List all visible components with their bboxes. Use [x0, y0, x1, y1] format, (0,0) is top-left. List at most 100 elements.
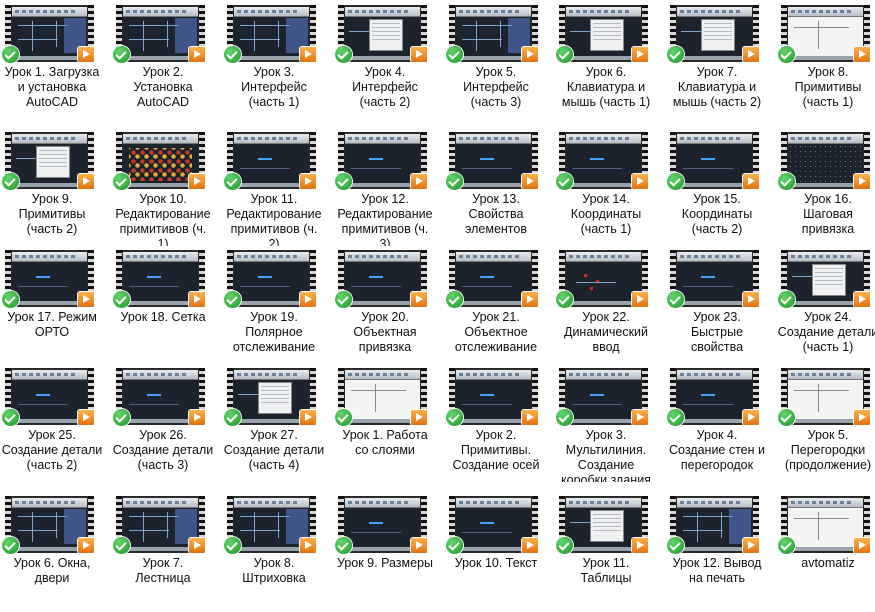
- sync-check-icon: [556, 537, 573, 554]
- video-file-item[interactable]: Урок 11. Таблицы: [556, 494, 666, 612]
- screen-preview: [12, 370, 87, 423]
- video-file-item[interactable]: Урок 4. Создание стен и перегородок: [667, 366, 777, 484]
- play-icon: [411, 538, 427, 553]
- sync-check-icon: [778, 46, 795, 63]
- video-file-item[interactable]: Урок 9. Размеры: [335, 494, 445, 612]
- ribbon-graphic: [234, 134, 309, 144]
- video-file-item[interactable]: Урок 10. Редактирование примитивов (ч. 1…: [113, 130, 223, 248]
- screen-preview: [677, 7, 752, 60]
- ribbon-graphic: [12, 370, 87, 380]
- video-file-item[interactable]: Урок 26. Создание детали (часть 3): [113, 366, 223, 484]
- video-file-item[interactable]: Урок 10. Текст: [446, 494, 556, 612]
- video-file-item[interactable]: avtomatiz: [778, 494, 875, 612]
- video-file-item[interactable]: Урок 22. Динамический ввод: [556, 248, 666, 366]
- video-file-item[interactable]: Урок 25. Создание детали (часть 2): [2, 366, 112, 484]
- sync-check-icon: [335, 291, 352, 308]
- file-name-label: Урок 19. Полярное отслеживание: [232, 310, 316, 354]
- screen-preview: [234, 7, 309, 60]
- video-file-item[interactable]: Урок 4. Интерфейс (часть 2): [335, 3, 445, 121]
- file-name-label: Урок 8. Примитивы (часть 1): [794, 65, 862, 109]
- screen-preview: [123, 7, 198, 60]
- ribbon-graphic: [566, 498, 641, 508]
- video-file-item[interactable]: Урок 21. Объектное отслеживание: [446, 248, 556, 366]
- video-file-item[interactable]: Урок 27. Создание детали (часть 4): [224, 366, 334, 484]
- video-file-item[interactable]: Урок 18. Сетка: [113, 248, 223, 366]
- ribbon-graphic: [456, 370, 531, 380]
- play-icon: [743, 47, 759, 62]
- file-name-label: Урок 12. Вывод на печать: [672, 556, 762, 585]
- video-file-item[interactable]: Урок 1. Загрузка и установка AutoCAD: [2, 3, 112, 121]
- video-file-item[interactable]: Урок 5. Перегородки (продолжение): [778, 366, 875, 484]
- video-file-item[interactable]: Урок 7. Лестница: [113, 494, 223, 612]
- sync-check-icon: [556, 173, 573, 190]
- video-file-item[interactable]: Урок 19. Полярное отслеживание: [224, 248, 334, 366]
- video-file-item[interactable]: Урок 13. Свойства элементов: [446, 130, 556, 248]
- ribbon-graphic: [234, 498, 309, 508]
- file-name-label: Урок 22. Динамический ввод: [563, 310, 649, 354]
- video-file-item[interactable]: Урок 20. Объектная привязка: [335, 248, 445, 366]
- sync-check-icon: [113, 46, 130, 63]
- sync-check-icon: [667, 291, 684, 308]
- file-name-label: Урок 13. Свойства элементов: [465, 192, 527, 236]
- video-file-item[interactable]: Урок 17. Режим ОРТО: [2, 248, 112, 366]
- video-file-item[interactable]: Урок 16. Шаговая привязка: [778, 130, 875, 248]
- file-name-label: Урок 25. Создание детали (часть 2): [1, 428, 103, 472]
- screen-preview: [788, 370, 863, 423]
- video-file-item[interactable]: Урок 2. Примитивы. Создание осей: [446, 366, 556, 484]
- play-icon: [189, 47, 205, 62]
- ribbon-graphic: [788, 370, 863, 380]
- video-file-item[interactable]: Урок 9. Примитивы (часть 2): [2, 130, 112, 248]
- file-name-label: Урок 10. Редактирование примитивов (ч. 1…: [115, 192, 211, 246]
- file-name-label: Урок 12. Редактирование примитивов (ч. 3…: [337, 192, 433, 246]
- file-name-label: Урок 3. Мультилиния. Создание коробки зд…: [561, 428, 651, 482]
- video-file-item[interactable]: Урок 8. Примитивы (часть 1): [778, 3, 875, 121]
- sync-check-icon: [224, 46, 241, 63]
- video-file-item[interactable]: Урок 8. Штриховка: [224, 494, 334, 612]
- file-name-label: Урок 1. Загрузка и установка AutoCAD: [4, 65, 100, 109]
- video-file-item[interactable]: Урок 12. Вывод на печать: [667, 494, 777, 612]
- screen-preview: [566, 370, 641, 423]
- play-icon: [854, 538, 870, 553]
- video-file-item[interactable]: Урок 6. Окна, двери: [2, 494, 112, 612]
- video-file-item[interactable]: Урок 3. Мультилиния. Создание коробки зд…: [556, 366, 666, 484]
- screen-preview: [456, 370, 531, 423]
- play-icon: [411, 410, 427, 425]
- screen-preview: [456, 498, 531, 551]
- file-name-label: Урок 2. Примитивы. Создание осей: [452, 428, 540, 472]
- play-icon: [189, 410, 205, 425]
- video-file-item[interactable]: Урок 5. Интерфейс (часть 3): [446, 3, 556, 121]
- file-name-label: Урок 2. Установка AutoCAD: [133, 65, 193, 109]
- play-icon: [743, 174, 759, 189]
- file-name-label: Урок 10. Текст: [454, 556, 538, 570]
- play-icon: [632, 47, 648, 62]
- play-icon: [854, 292, 870, 307]
- play-icon: [189, 292, 205, 307]
- file-name-label: Урок 26. Создание детали (часть 3): [112, 428, 214, 472]
- video-file-item[interactable]: Урок 12. Редактирование примитивов (ч. 3…: [335, 130, 445, 248]
- file-name-label: Урок 17. Режим ОРТО: [7, 310, 97, 339]
- video-file-item[interactable]: Урок 7. Клавиатура и мышь (часть 2): [667, 3, 777, 121]
- sync-check-icon: [556, 46, 573, 63]
- screen-preview: [456, 252, 531, 305]
- video-file-item[interactable]: Урок 11. Редактирование примитивов (ч. 2…: [224, 130, 334, 248]
- file-name-label: Урок 7. Лестница: [135, 556, 191, 585]
- ribbon-graphic: [123, 370, 198, 380]
- video-file-item[interactable]: Урок 24. Создание детали (часть 1): [778, 248, 875, 366]
- sync-check-icon: [2, 173, 19, 190]
- screen-preview: [123, 370, 198, 423]
- play-icon: [189, 538, 205, 553]
- ribbon-graphic: [788, 498, 863, 508]
- ribbon-graphic: [456, 134, 531, 144]
- screen-preview: [566, 134, 641, 187]
- video-file-item[interactable]: Урок 2. Установка AutoCAD: [113, 3, 223, 121]
- video-file-item[interactable]: Урок 6. Клавиатура и мышь (часть 1): [556, 3, 666, 121]
- screen-preview: [123, 252, 198, 305]
- video-file-item[interactable]: Урок 23. Быстрые свойства: [667, 248, 777, 366]
- sync-check-icon: [778, 409, 795, 426]
- video-file-item[interactable]: Урок 14. Координаты (часть 1): [556, 130, 666, 248]
- video-file-item[interactable]: Урок 3. Интерфейс (часть 1): [224, 3, 334, 121]
- sync-check-icon: [2, 537, 19, 554]
- ribbon-graphic: [677, 134, 752, 144]
- video-file-item[interactable]: Урок 15. Координаты (часть 2): [667, 130, 777, 248]
- video-file-item[interactable]: Урок 1. Работа со слоями: [335, 366, 445, 484]
